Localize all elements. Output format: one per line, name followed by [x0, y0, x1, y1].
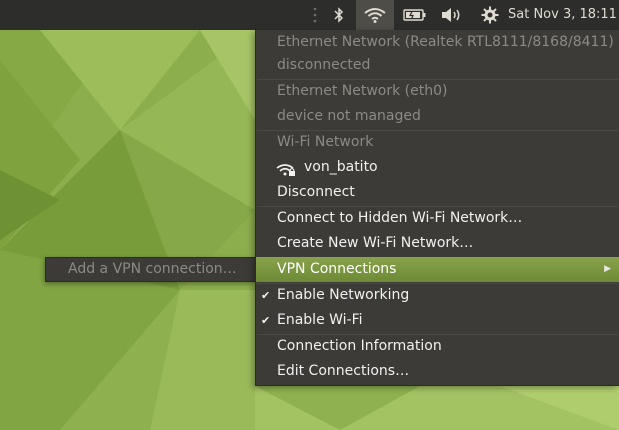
enable-wifi-label: Enable Wi-Fi [277, 312, 363, 328]
create-new-wifi-item[interactable]: Create New Wi-Fi Network… [256, 231, 619, 256]
ethernet-eth0-status: device not managed [277, 108, 421, 124]
wifi-icon[interactable] [356, 0, 394, 30]
submenu-arrow-icon: ▶ [604, 264, 611, 274]
bluetooth-icon[interactable] [327, 0, 351, 30]
checkmark-icon: ✔ [261, 289, 271, 302]
add-vpn-connection-item: Add a VPN connection… [68, 261, 237, 277]
vpn-submenu: Add a VPN connection… [45, 257, 256, 282]
wifi-network-von-batito[interactable]: von_batito [256, 155, 619, 180]
vpn-connections-label: VPN Connections [277, 261, 397, 277]
top-panel: Sat Nov 3, 18:11 [0, 0, 619, 30]
enable-networking-item[interactable]: ✔ Enable Networking [256, 283, 619, 308]
checkmark-icon: ✔ [261, 314, 271, 327]
volume-icon[interactable] [438, 0, 466, 30]
ethernet-realtek-header: Ethernet Network (Realtek RTL8111/8168/8… [277, 34, 614, 50]
system-gear-icon[interactable] [478, 0, 502, 30]
connection-information-item[interactable]: Connection Information [256, 334, 619, 359]
network-menu: Ethernet Network (Realtek RTL8111/8168/8… [255, 30, 619, 386]
ethernet-eth0-header: Ethernet Network (eth0) [277, 83, 448, 99]
wifi-network-name: von_batito [304, 159, 378, 175]
wifi-network-header: Wi-Fi Network [277, 134, 374, 150]
disconnect-item[interactable]: Disconnect [256, 180, 619, 205]
enable-wifi-item[interactable]: ✔ Enable Wi-Fi [256, 308, 619, 333]
battery-icon[interactable] [400, 0, 430, 30]
enable-networking-label: Enable Networking [277, 287, 410, 303]
edit-connections-item[interactable]: Edit Connections… [256, 359, 619, 384]
clock[interactable]: Sat Nov 3, 18:11 [508, 0, 617, 30]
ethernet-realtek-status: disconnected [277, 57, 371, 73]
vpn-connections-item[interactable]: VPN Connections ▶ [256, 257, 619, 282]
drag-handle-icon [308, 0, 322, 30]
connect-hidden-wifi-item[interactable]: Connect to Hidden Wi-Fi Network… [256, 206, 619, 231]
